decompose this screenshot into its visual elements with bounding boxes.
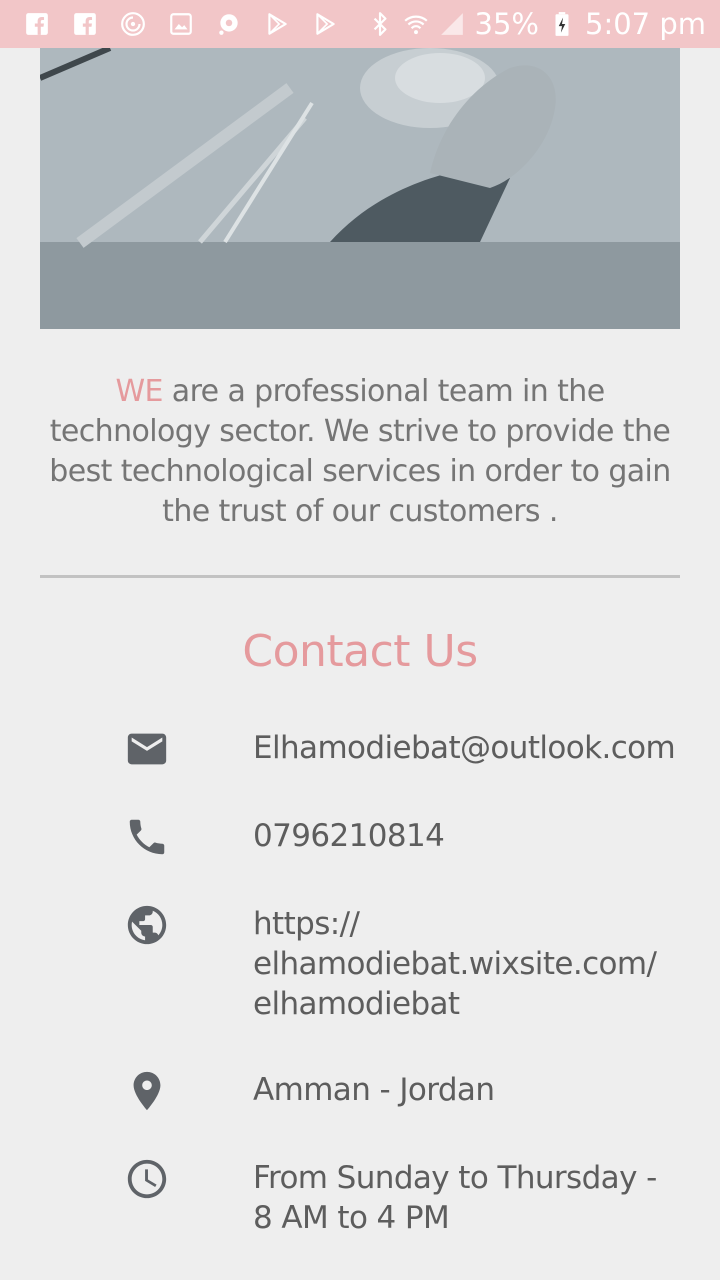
play-store-icon [264,11,290,37]
wifi-icon [403,11,429,37]
hero-image [40,48,680,329]
divider [40,575,680,578]
sync-icon [120,11,146,37]
signal-icon [439,11,465,37]
email-link[interactable]: Elhamodiebat@outlook.com [253,728,693,768]
hours-text: From Sunday to Thursday - 8 AM to 4 PM [253,1158,693,1238]
phone-icon [124,814,170,860]
about-highlight: WE [115,374,163,409]
contact-title: Contact Us [242,626,478,677]
phone-link[interactable]: 0796210814 [253,816,693,856]
facebook-icon [72,11,98,37]
website-line-3: elhamodiebat [253,986,460,1022]
bluetooth-icon [367,11,393,37]
email-icon [124,726,170,772]
location-text[interactable]: Amman - Jordan [253,1070,693,1110]
website-line-2: elhamodiebat.wixsite.com/ [253,946,657,982]
hours-line-2: 8 AM to 4 PM [253,1200,450,1236]
globe-icon [124,902,170,948]
clock: 5:07 pm [585,7,706,41]
clock-icon [124,1156,170,1202]
battery-percent: 35% [474,7,539,41]
facebook-icon [24,11,50,37]
website-link[interactable]: https:// elhamodiebat.wixsite.com/ elham… [253,904,693,1024]
battery-charging-icon [549,11,575,37]
hours-line-1: From Sunday to Thursday - [253,1160,657,1196]
app-icon [216,11,242,37]
play-store-icon [312,11,338,37]
location-pin-icon [124,1068,170,1114]
status-bar: 35% 5:07 pm [0,0,720,48]
image-icon [168,11,194,37]
about-text: WE are a professional team in the techno… [40,372,680,532]
website-line-1: https:// [253,906,360,942]
